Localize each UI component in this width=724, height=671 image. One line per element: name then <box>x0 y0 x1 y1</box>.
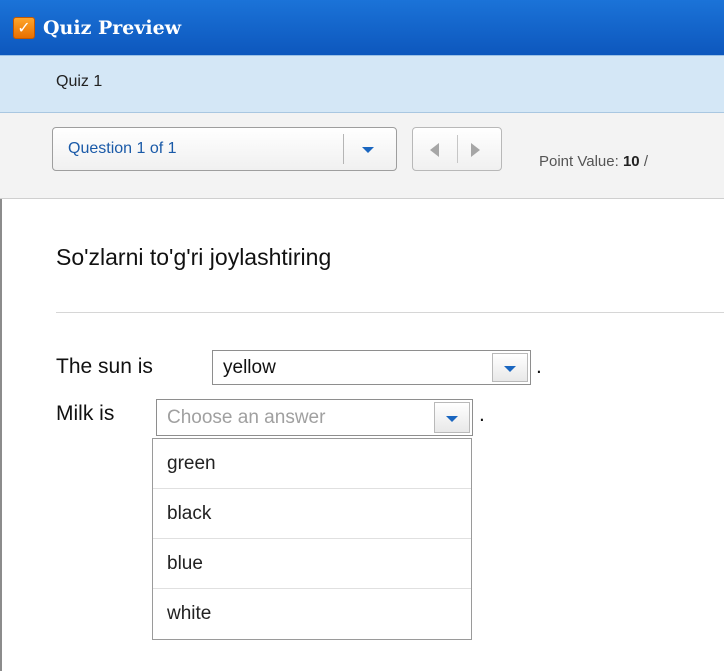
answer-dropdown-1-value: yellow <box>223 357 276 378</box>
question-toolbar: Question 1 of 1 Point Value: 10 / <box>0 113 724 199</box>
row-1-period: . <box>536 355 542 378</box>
dropdown-option[interactable]: blue <box>153 539 471 589</box>
answer-dropdown-1[interactable]: yellow <box>212 350 531 385</box>
dropdown-option[interactable]: white <box>153 589 471 639</box>
point-value-label: Point Value: <box>539 153 619 170</box>
question-nav <box>412 127 502 171</box>
dropdown-1-button[interactable] <box>492 353 528 382</box>
chevron-down-icon[interactable] <box>362 147 374 153</box>
chevron-down-icon <box>446 416 458 422</box>
quiz-name-bar: Quiz 1 <box>0 55 724 113</box>
point-value-number: 10 <box>622 153 640 170</box>
nav-divider <box>457 135 458 163</box>
dropdown-option[interactable]: green <box>153 439 471 489</box>
title-bar: ✓ Quiz Preview <box>0 0 724 55</box>
previous-question-icon[interactable] <box>430 143 439 157</box>
dropdown-option[interactable]: black <box>153 489 471 539</box>
question-prompt: So'zlarni to'g'ri joylashtiring <box>56 244 332 270</box>
answer-dropdown-2[interactable]: Choose an answer <box>156 399 473 436</box>
point-value: Point Value: 10 / <box>539 153 648 170</box>
question-divider <box>56 312 724 313</box>
row-2-label: Milk is <box>56 402 115 425</box>
selector-divider <box>343 134 344 164</box>
point-value-suffix: / <box>643 153 648 170</box>
question-selector-label: Question 1 of 1 <box>68 140 177 157</box>
quiz-name: Quiz 1 <box>56 73 103 90</box>
next-question-icon[interactable] <box>471 143 480 157</box>
chevron-down-icon <box>504 366 516 372</box>
row-2-period: . <box>479 403 485 426</box>
dropdown-2-button[interactable] <box>434 402 470 433</box>
window-title: Quiz Preview <box>43 16 182 39</box>
question-selector[interactable]: Question 1 of 1 <box>52 127 397 171</box>
content-left-border <box>0 199 2 671</box>
v-logo-icon: ✓ <box>13 16 35 39</box>
dropdown-options-list: green black blue white <box>152 438 472 640</box>
answer-dropdown-2-placeholder: Choose an answer <box>167 407 326 428</box>
row-1-label: The sun is <box>56 355 153 378</box>
